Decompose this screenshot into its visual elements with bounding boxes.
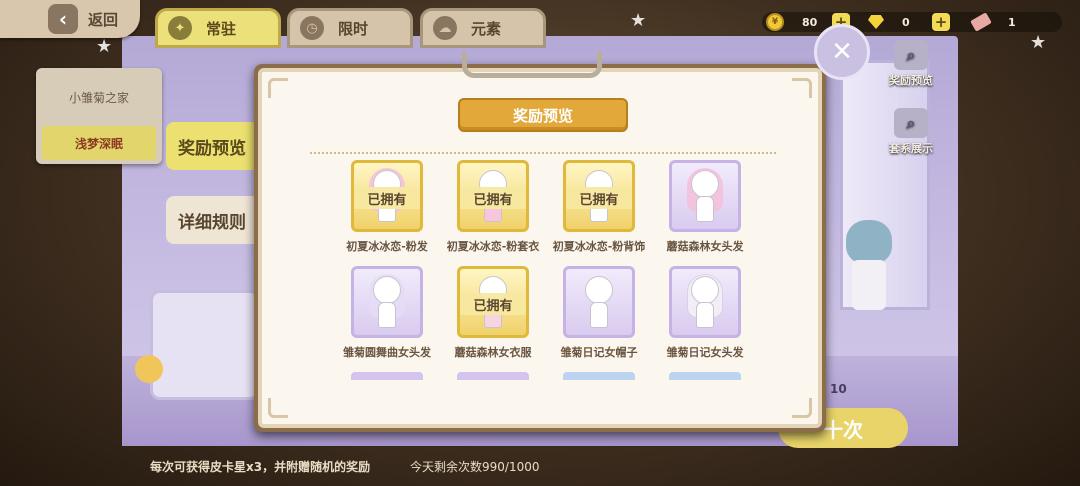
owned-badge: 已拥有: [354, 187, 420, 209]
reward-item[interactable]: 雏菊日记女头发: [652, 266, 758, 360]
theme-item-shallow-dream[interactable]: 浅梦深眠: [42, 126, 156, 160]
owned-badge: 已拥有: [566, 187, 632, 209]
tab-limited[interactable]: ◷ 限时: [287, 8, 413, 48]
owned-badge: 已拥有: [460, 293, 526, 315]
coin-count: 80: [802, 15, 818, 29]
corner-ornament: [792, 398, 812, 418]
reward-item-name: 蘑菇森林女头发: [666, 240, 744, 253]
tab-element[interactable]: ☁ 元素: [420, 8, 546, 48]
outfit-figure-icon: [577, 274, 621, 330]
modal-handle: [462, 52, 602, 78]
head-shape: [691, 170, 719, 198]
reward-card: 已拥有: [351, 160, 423, 232]
ticket-icon: [970, 12, 992, 32]
divider: [310, 152, 776, 154]
corner-ornament: [268, 398, 288, 418]
body-shape: [696, 302, 714, 328]
star-decoration-icon: ★: [96, 36, 113, 57]
head-shape: [585, 276, 613, 304]
star-decoration-icon: ★: [1030, 32, 1047, 53]
head-shape: [373, 276, 401, 304]
magnifier-icon: ⌕: [894, 40, 928, 70]
side-tab-detailed-rules[interactable]: 详细规则: [166, 196, 258, 244]
body-shape: [696, 196, 714, 222]
bed-decoration: [150, 290, 260, 400]
head-shape: [691, 276, 719, 304]
reward-card: 已拥有: [457, 266, 529, 338]
outfit-figure-icon: [683, 274, 727, 330]
set-display-tool-label: 套系展示: [889, 142, 933, 155]
back-arrow-icon: ‹: [48, 4, 78, 34]
reward-card-peek: [457, 372, 529, 380]
modal-title-ribbon: 奖励预览: [458, 98, 628, 132]
reward-item-name: 初夏冰冰恋-粉背饰: [552, 240, 646, 253]
reward-card-peek: [563, 372, 635, 380]
lamp-decoration: [135, 355, 163, 383]
reward-item-name: 初夏冰冰恋-粉发: [346, 240, 428, 253]
reward-preview-tool-label: 奖励预览: [889, 74, 933, 87]
reward-card-peek: [351, 372, 423, 380]
reward-item[interactable]: 雏菊圆舞曲女头发: [334, 266, 440, 360]
theme-item-daisy-home[interactable]: 小雏菊之家: [42, 80, 156, 114]
reward-item[interactable]: 蘑菇森林女头发: [652, 160, 758, 254]
side-tab-reward-preview[interactable]: 奖励预览: [166, 122, 258, 170]
outfit-figure-icon: [683, 168, 727, 224]
reward-item-name: 雏菊日记女头发: [666, 346, 744, 359]
diamond-icon: [868, 15, 884, 29]
reward-card: 已拥有: [457, 160, 529, 232]
reward-item[interactable]: 已拥有 初夏冰冰恋-粉背饰: [546, 160, 652, 254]
reward-item-name: 雏菊圆舞曲女头发: [343, 346, 431, 359]
coin-icon: ¥: [766, 13, 784, 31]
theme-menu: 小雏菊之家 浅梦深眠: [36, 68, 162, 164]
back-label: 返回: [88, 10, 119, 29]
body-shape: [590, 302, 608, 328]
reward-item[interactable]: 已拥有 初夏冰冰恋-粉发: [334, 160, 440, 254]
draw-description: 每次可获得皮卡星x3，并附赠随机的奖励: [150, 460, 371, 474]
remaining-draws: 今天剩余次数990/1000: [410, 460, 540, 474]
reward-preview-tool[interactable]: ⌕ 奖励预览: [876, 40, 946, 88]
owned-badge: 已拥有: [460, 187, 526, 209]
character-body: [852, 260, 886, 310]
close-icon: ✕: [831, 37, 853, 67]
reward-card: [669, 160, 741, 232]
outfit-figure-icon: [365, 274, 409, 330]
corner-ornament: [792, 78, 812, 98]
ticket-count: 1: [1008, 15, 1016, 29]
reward-card: 已拥有: [563, 160, 635, 232]
modal-panel: 奖励预览 已拥有 初夏冰冰恋-粉发 已拥有 初夏冰冰恋-粉套衣 已拥有 初夏冰冰…: [258, 68, 822, 428]
tab-element-label: 元素: [471, 19, 502, 38]
add-gem-button[interactable]: +: [932, 13, 950, 31]
gem-count: 0: [902, 15, 910, 29]
reward-card-peek: [669, 372, 741, 380]
set-display-tool[interactable]: ⌕ 套系展示: [876, 108, 946, 156]
reward-item-name: 初夏冰冰恋-粉套衣: [446, 240, 540, 253]
corner-ornament: [268, 78, 288, 98]
reward-preview-modal: 奖励预览 已拥有 初夏冰冰恋-粉发 已拥有 初夏冰冰恋-粉套衣 已拥有 初夏冰冰…: [254, 52, 826, 432]
magnifier-icon: ⌕: [894, 108, 928, 138]
reward-item[interactable]: 已拥有 蘑菇森林女衣服: [440, 266, 546, 360]
cloud-icon: ☁: [433, 16, 457, 40]
tab-permanent-label: 常驻: [206, 19, 237, 38]
back-button[interactable]: ‹ 返回: [0, 0, 140, 38]
character-head: [846, 220, 892, 264]
currency-bar: ¥ 80 + 0 + 1: [762, 12, 1062, 32]
reward-card: [563, 266, 635, 338]
reward-item[interactable]: 已拥有 初夏冰冰恋-粉套衣: [440, 160, 546, 254]
reward-item-name: 雏菊日记女帽子: [560, 346, 638, 359]
clock-icon: ◷: [300, 16, 324, 40]
tab-permanent[interactable]: ✦ 常驻: [155, 8, 281, 48]
modal-title: 奖励预览: [512, 106, 573, 125]
reward-grid: 已拥有 初夏冰冰恋-粉发 已拥有 初夏冰冰恋-粉套衣 已拥有 初夏冰冰恋-粉背饰…: [334, 160, 762, 360]
reward-card: [669, 266, 741, 338]
draw-count-badge: 10: [830, 382, 847, 396]
body-shape: [378, 302, 396, 328]
close-button[interactable]: ✕: [814, 24, 870, 80]
reward-card: [351, 266, 423, 338]
reward-item[interactable]: 雏菊日记女帽子: [546, 266, 652, 360]
tab-limited-label: 限时: [338, 19, 369, 38]
star-hand-icon: ✦: [168, 16, 192, 40]
star-decoration-icon: ★: [630, 10, 647, 31]
next-row-peek: [334, 372, 762, 380]
reward-item-name: 蘑菇森林女衣服: [454, 346, 532, 359]
